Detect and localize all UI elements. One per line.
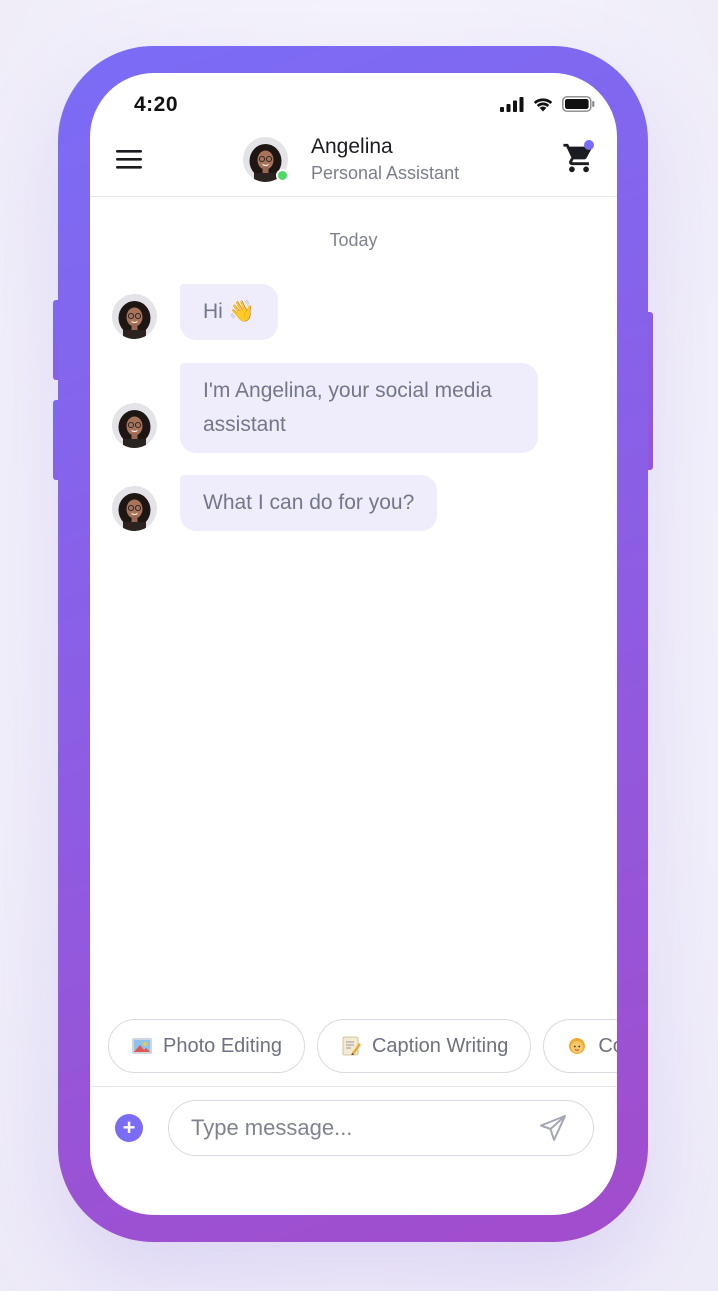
- battery-icon: [562, 96, 595, 112]
- chip-label: Caption Writing: [371, 1034, 509, 1057]
- assistant-role: Personal Assistant: [311, 163, 460, 183]
- chip-label: Co: [598, 1034, 617, 1057]
- suggestion-chips: Photo Editing Caption Writing C: [108, 1019, 617, 1073]
- message-avatar: [112, 403, 157, 448]
- hamburger-menu-icon: [116, 150, 142, 169]
- wifi-icon: [533, 98, 553, 112]
- chip-label: Photo Editing: [163, 1034, 282, 1057]
- menu-button[interactable]: [116, 147, 142, 171]
- phone-screen: 4:20 Angelina Personal Assistant Today H…: [90, 73, 617, 1215]
- online-status-dot: [276, 169, 289, 182]
- avatar-image: [112, 486, 157, 531]
- message-avatar: [112, 486, 157, 531]
- status-time: 4:20: [134, 93, 179, 116]
- assistant-name: Angelina: [311, 135, 393, 158]
- chip-caption-writing[interactable]: Caption Writing: [316, 1019, 532, 1073]
- message-bubble: I'm Angelina, your social media assistan…: [180, 363, 538, 453]
- status-icons: [500, 96, 595, 112]
- add-attachment-button[interactable]: +: [115, 1114, 143, 1142]
- background: 4:20 Angelina Personal Assistant Today H…: [0, 0, 718, 1291]
- message-input[interactable]: [168, 1100, 594, 1156]
- cart-button[interactable]: [562, 140, 596, 175]
- chip-partial[interactable]: Co: [543, 1019, 617, 1073]
- signal-icon: [500, 96, 524, 112]
- plus-icon: +: [122, 1115, 136, 1140]
- message-avatar: [112, 294, 157, 339]
- framed-picture-icon: [132, 1038, 152, 1054]
- person-icon: [569, 1038, 586, 1054]
- send-button[interactable]: [539, 1114, 567, 1142]
- assistant-avatar[interactable]: [243, 137, 289, 182]
- memo-icon: [342, 1036, 361, 1056]
- chat-header: Angelina Personal Assistant: [90, 133, 617, 197]
- message-bubble: Hi 👋: [180, 284, 278, 340]
- cart-notification-dot: [584, 140, 594, 150]
- send-icon: [540, 1115, 566, 1141]
- avatar-image: [112, 294, 157, 339]
- chip-photo-editing[interactable]: Photo Editing: [108, 1019, 305, 1073]
- avatar-image: [112, 403, 157, 448]
- day-separator: Today: [329, 230, 378, 250]
- message-composer: +: [90, 1086, 617, 1215]
- message-bubble: What I can do for you?: [180, 475, 438, 531]
